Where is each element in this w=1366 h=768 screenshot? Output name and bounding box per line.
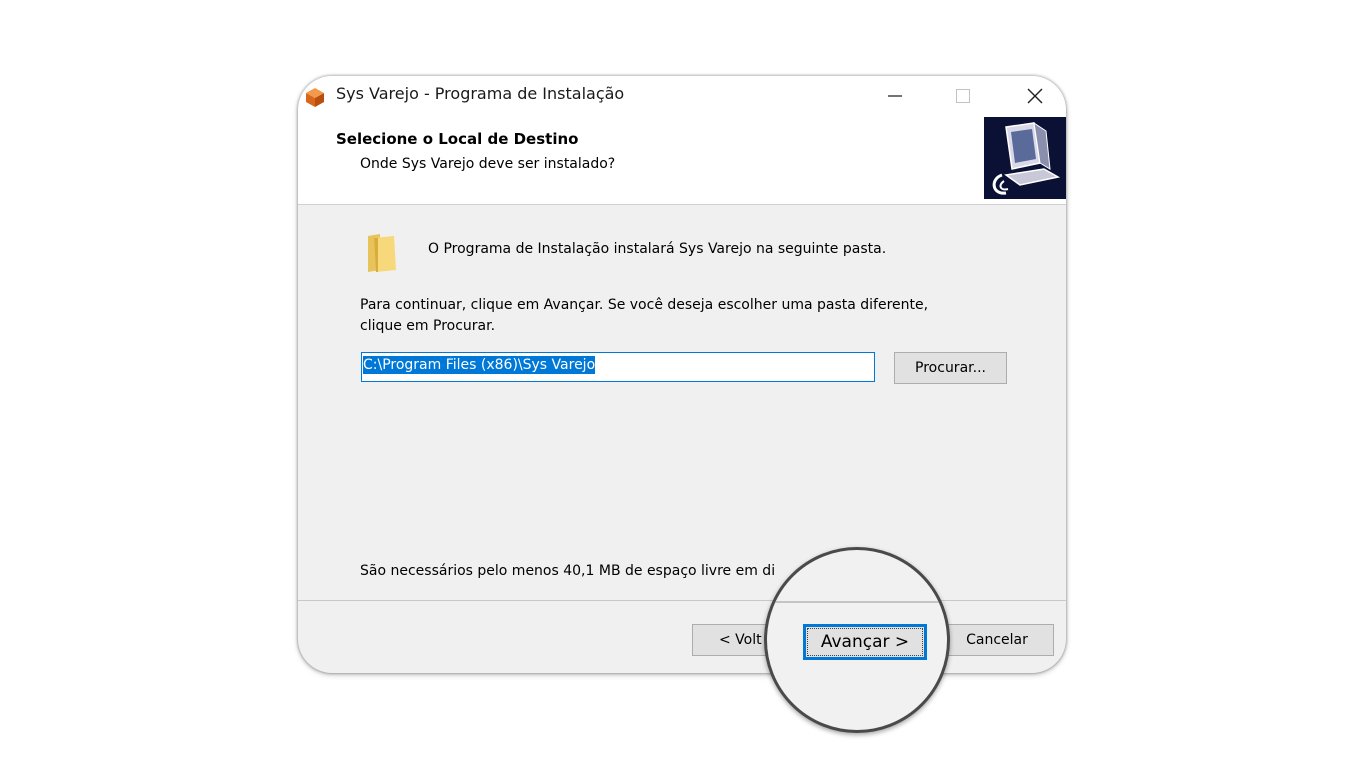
destination-path-input[interactable]: C:\Program Files (x86)\Sys Varejo: [361, 352, 875, 382]
close-button[interactable]: [1012, 76, 1058, 116]
instruction-text: Para continuar, clique em Avançar. Se vo…: [360, 295, 928, 337]
title-bar[interactable]: Sys Varejo - Programa de Instalação: [298, 76, 1066, 116]
app-icon: [306, 88, 324, 107]
minimize-icon: [888, 95, 902, 97]
zoom-magnifier: Avançar >: [764, 547, 950, 733]
footer-divider: [298, 600, 1066, 601]
maximize-icon: [956, 89, 970, 103]
instruction-line-2: clique em Procurar.: [360, 318, 496, 334]
close-icon: [1027, 88, 1043, 104]
destination-path-value: C:\Program Files (x86)\Sys Varejo: [363, 356, 596, 374]
maximize-button[interactable]: [940, 76, 986, 116]
destination-info-text: O Programa de Instalação instalará Sys V…: [428, 241, 887, 257]
installer-window: Sys Varejo - Programa de Instalação Sele…: [298, 76, 1066, 673]
header-image: [984, 117, 1066, 199]
folder-icon: [368, 234, 396, 272]
instruction-line-1: Para continuar, clique em Avançar. Se vo…: [360, 297, 929, 313]
magnified-footer-divider: [767, 601, 947, 603]
wizard-header: Selecione o Local de Destino Onde Sys Va…: [298, 116, 1066, 205]
cancel-button[interactable]: Cancelar: [940, 624, 1054, 656]
page-subtitle: Onde Sys Varejo deve ser instalado?: [360, 156, 616, 172]
minimize-button[interactable]: [872, 76, 918, 116]
setup-computer-icon: [992, 121, 1061, 195]
browse-button[interactable]: Procurar...: [894, 352, 1007, 384]
next-button[interactable]: Avançar >: [803, 624, 927, 660]
window-title: Sys Varejo - Programa de Instalação: [336, 84, 625, 103]
page-title: Selecione o Local de Destino: [336, 130, 579, 148]
disk-space-text: São necessários pelo menos 40,1 MB de es…: [360, 563, 776, 579]
